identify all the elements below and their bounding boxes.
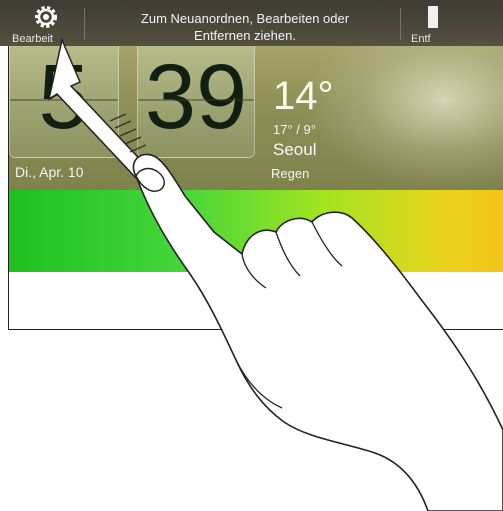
gesture-illustration	[47, 37, 503, 511]
hand-illustration	[132, 153, 503, 511]
swipe-arrow	[47, 37, 152, 179]
